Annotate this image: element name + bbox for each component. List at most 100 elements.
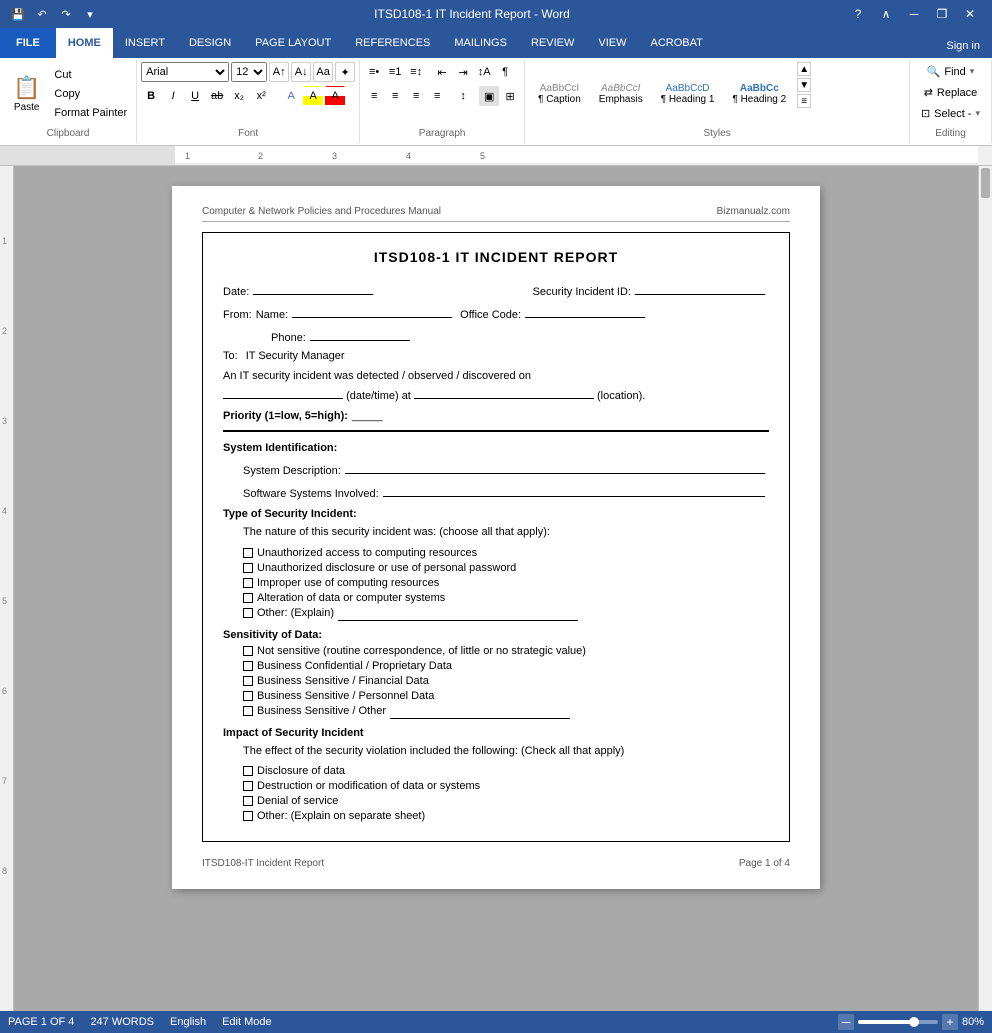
customize-quick-btn[interactable]: ▾ xyxy=(80,4,100,24)
increase-indent-btn[interactable]: ⇥ xyxy=(453,62,473,82)
clipboard-small-buttons: Cut Copy Format Painter xyxy=(49,66,132,122)
checkbox-sens-2[interactable] xyxy=(243,661,253,671)
replace-button[interactable]: ⇄ Replace xyxy=(917,83,985,102)
office-code-field[interactable] xyxy=(525,304,645,318)
align-left-btn[interactable]: ≡ xyxy=(364,86,384,106)
phone-field[interactable] xyxy=(310,327,410,341)
justify-btn[interactable]: ≡ xyxy=(427,86,447,106)
tab-insert[interactable]: INSERT xyxy=(113,28,177,58)
tab-acrobat[interactable]: ACROBAT xyxy=(638,28,714,58)
other-explain-field[interactable] xyxy=(338,607,578,621)
tab-review[interactable]: REVIEW xyxy=(519,28,586,58)
tab-home[interactable]: HOME xyxy=(56,28,113,58)
checkbox-impact-4[interactable] xyxy=(243,811,253,821)
redo-quick-btn[interactable]: ↷ xyxy=(56,4,76,24)
line-spacing-btn[interactable]: ↕ xyxy=(453,86,473,106)
sort-btn[interactable]: ↕A xyxy=(474,62,494,82)
find-button[interactable]: 🔍 Find ▾ xyxy=(920,62,982,81)
checkbox-sens-3[interactable] xyxy=(243,676,253,686)
strikethrough-btn[interactable]: ab xyxy=(207,86,227,106)
checkbox-sens-5[interactable] xyxy=(243,706,253,716)
tab-design[interactable]: DESIGN xyxy=(177,28,243,58)
minimize-btn[interactable]: ─ xyxy=(900,0,928,28)
language-indicator[interactable]: English xyxy=(170,1016,206,1028)
style-caption[interactable]: AaBbCcI ¶ Caption xyxy=(529,79,590,109)
checkbox-impact-1[interactable] xyxy=(243,766,253,776)
font-color-btn[interactable]: A xyxy=(325,86,345,106)
checkbox-1[interactable] xyxy=(243,548,253,558)
numbering-btn[interactable]: ≡1 xyxy=(385,62,405,82)
highlight-btn[interactable]: A xyxy=(303,86,323,106)
incident-location-field[interactable] xyxy=(414,385,594,399)
status-right: ─ + 80% xyxy=(838,1014,984,1030)
zoom-slider[interactable] xyxy=(858,1020,938,1024)
checkbox-2[interactable] xyxy=(243,563,253,573)
clear-format-btn[interactable]: ✦ xyxy=(335,62,355,82)
tab-view[interactable]: VIEW xyxy=(586,28,638,58)
sign-in-link[interactable]: Sign in xyxy=(934,34,992,58)
tab-mailings[interactable]: MAILINGS xyxy=(442,28,519,58)
underline-btn[interactable]: U xyxy=(185,86,205,106)
checkbox-impact-3[interactable] xyxy=(243,796,253,806)
select-label: Select - xyxy=(934,108,971,120)
style-heading2[interactable]: AaBbCc ¶ Heading 2 xyxy=(723,79,795,109)
tab-file[interactable]: FILE xyxy=(0,28,56,58)
sens-other-field[interactable] xyxy=(390,705,570,719)
styles-scroll-up[interactable]: ▲ xyxy=(797,62,811,76)
format-painter-button[interactable]: Format Painter xyxy=(49,104,132,122)
subscript-btn[interactable]: x₂ xyxy=(229,86,249,106)
name-field[interactable] xyxy=(292,304,452,318)
italic-btn[interactable]: I xyxy=(163,86,183,106)
decrease-indent-btn[interactable]: ⇤ xyxy=(432,62,452,82)
shading-btn[interactable]: ▣ xyxy=(479,86,499,106)
tab-page-layout[interactable]: PAGE LAYOUT xyxy=(243,28,343,58)
date-field[interactable] xyxy=(253,281,373,295)
align-right-btn[interactable]: ≡ xyxy=(406,86,426,106)
sens-item-2: Business Confidential / Proprietary Data xyxy=(243,660,769,672)
checkbox-4[interactable] xyxy=(243,593,253,603)
incident-date-field[interactable] xyxy=(223,385,343,399)
document-area[interactable]: Computer & Network Policies and Procedur… xyxy=(14,166,978,1011)
zoom-in-btn[interactable]: + xyxy=(942,1014,958,1030)
grow-font-btn[interactable]: A↑ xyxy=(269,62,289,82)
shrink-font-btn[interactable]: A↓ xyxy=(291,62,311,82)
borders-btn[interactable]: ⊞ xyxy=(500,86,520,106)
align-center-btn[interactable]: ≡ xyxy=(385,86,405,106)
checkbox-sens-4[interactable] xyxy=(243,691,253,701)
font-name-select[interactable]: Arial xyxy=(141,62,229,82)
copy-button[interactable]: Copy xyxy=(49,85,132,103)
save-quick-btn[interactable]: 💾 xyxy=(8,4,28,24)
paste-button[interactable]: 📋 Paste xyxy=(4,66,49,122)
multilevel-btn[interactable]: ≡↕ xyxy=(406,62,426,82)
styles-scroll-down[interactable]: ▼ xyxy=(797,78,811,92)
close-btn[interactable]: ✕ xyxy=(956,0,984,28)
security-id-field[interactable] xyxy=(635,281,765,295)
software-field[interactable] xyxy=(383,483,765,497)
case-btn[interactable]: Aa xyxy=(313,62,333,82)
checkbox-impact-2[interactable] xyxy=(243,781,253,791)
checkbox-sens-1[interactable] xyxy=(243,646,253,656)
cut-button[interactable]: Cut xyxy=(49,66,132,84)
ribbon-collapse-btn[interactable]: ∧ xyxy=(872,0,900,28)
restore-btn[interactable]: ❐ xyxy=(928,0,956,28)
checkbox-3[interactable] xyxy=(243,578,253,588)
styles-expand[interactable]: ≡ xyxy=(797,94,811,108)
edit-mode[interactable]: Edit Mode xyxy=(222,1016,272,1028)
superscript-btn[interactable]: x² xyxy=(251,86,271,106)
checkbox-5[interactable] xyxy=(243,608,253,618)
style-heading1[interactable]: AaBbCcD ¶ Heading 1 xyxy=(652,79,724,109)
select-button[interactable]: ⊡ Select - ▾ xyxy=(914,104,987,123)
tab-references[interactable]: REFERENCES xyxy=(343,28,442,58)
text-effects-btn[interactable]: A xyxy=(281,86,301,106)
font-size-select[interactable]: 12 xyxy=(231,62,267,82)
help-btn[interactable]: ? xyxy=(844,0,872,28)
priority-blank[interactable]: _____ xyxy=(352,410,383,422)
style-emphasis[interactable]: AaBbCcI Emphasis xyxy=(590,79,652,109)
scrollbar[interactable] xyxy=(978,166,992,1011)
show-marks-btn[interactable]: ¶ xyxy=(495,62,515,82)
bullets-btn[interactable]: ≡• xyxy=(364,62,384,82)
bold-btn[interactable]: B xyxy=(141,86,161,106)
zoom-out-btn[interactable]: ─ xyxy=(838,1014,854,1030)
undo-quick-btn[interactable]: ↶ xyxy=(32,4,52,24)
system-desc-field[interactable] xyxy=(345,460,765,474)
